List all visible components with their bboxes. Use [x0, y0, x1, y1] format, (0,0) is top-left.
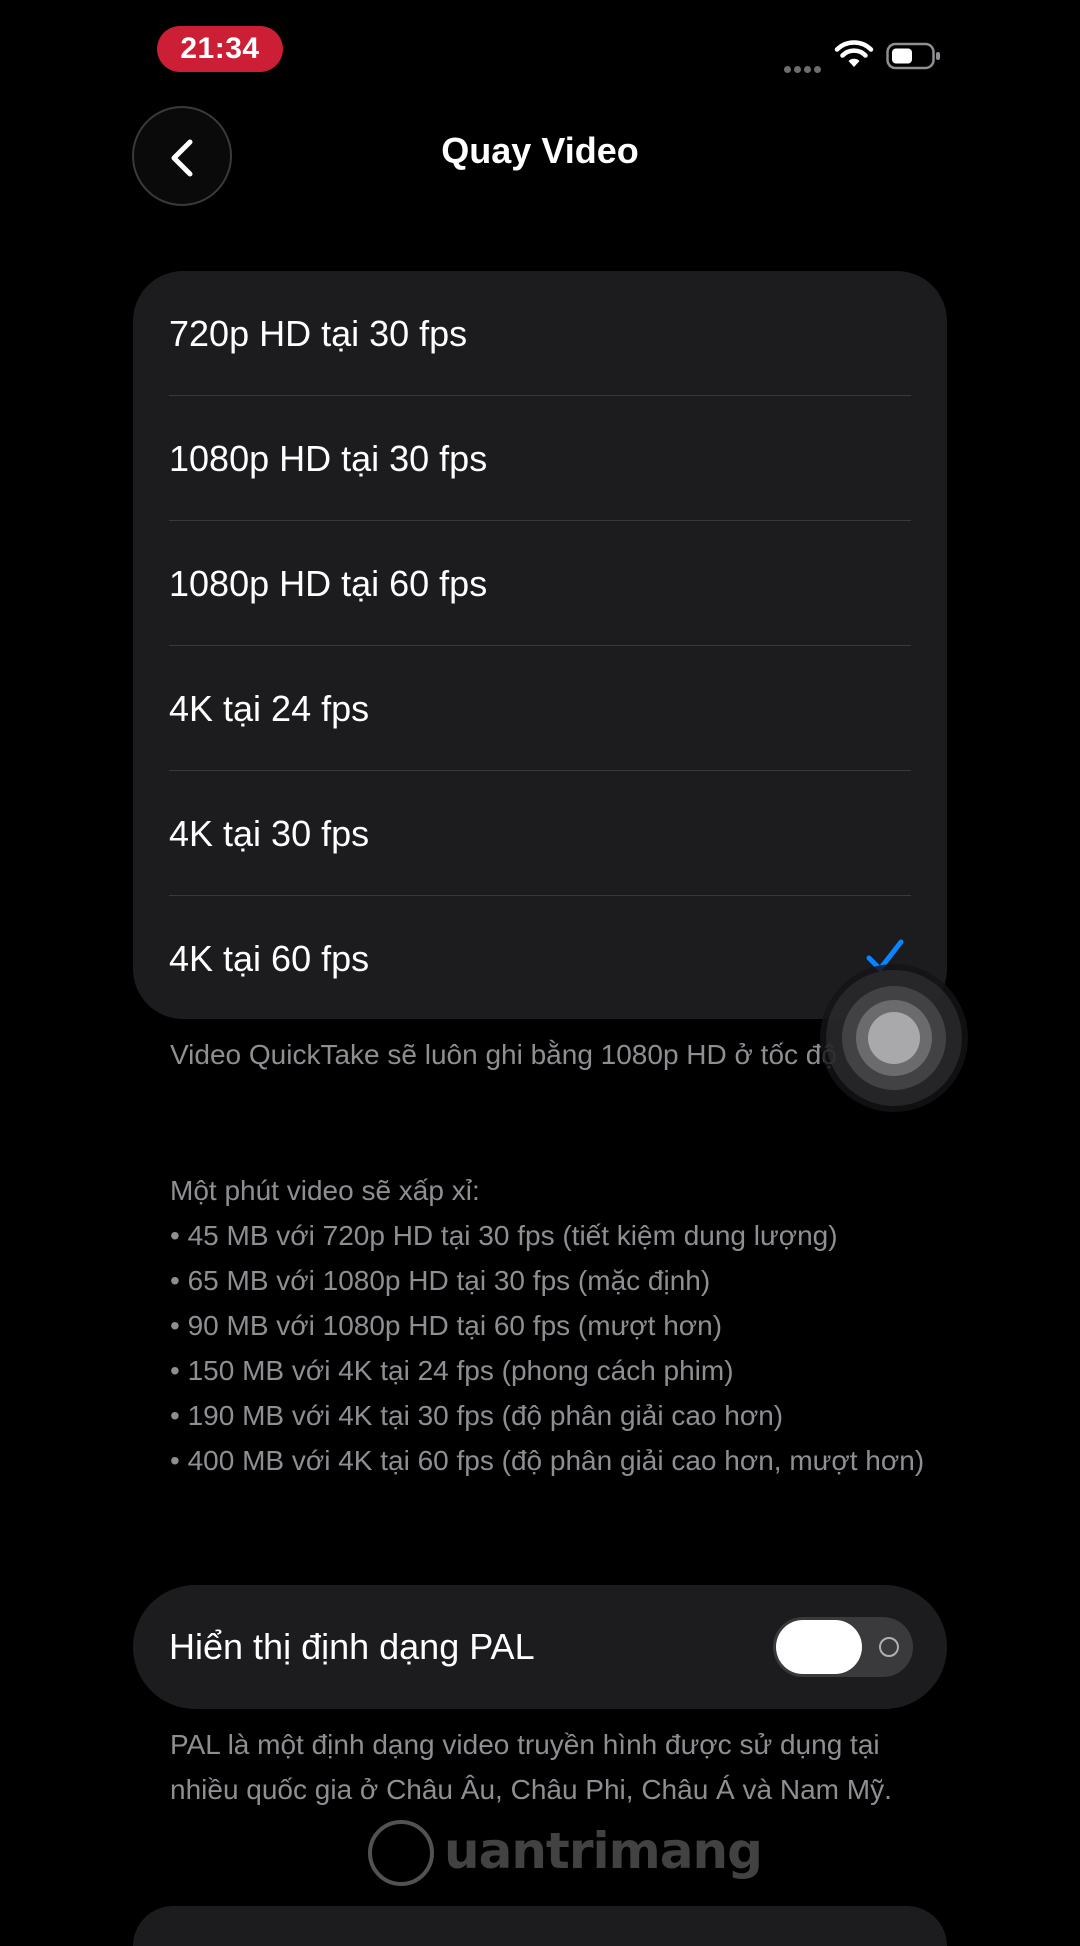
size-note-item: • 45 MB với 720p HD tại 30 fps (tiết kiệ… — [170, 1220, 838, 1251]
size-note-item: • 90 MB với 1080p HD tại 60 fps (mượt hơ… — [170, 1310, 723, 1341]
pal-format-row: Hiển thị định dạng PAL — [133, 1585, 947, 1709]
option-4k-24[interactable]: 4K tại 24 fps — [169, 646, 911, 771]
toggle-off-icon — [879, 1637, 899, 1657]
lightbulb-logo-icon — [368, 1820, 434, 1886]
option-1080p-60[interactable]: 1080p HD tại 60 fps — [169, 521, 911, 646]
pal-format-label: Hiển thị định dạng PAL — [169, 1626, 535, 1667]
option-label: 4K tại 60 fps — [169, 938, 370, 979]
toggle-knob — [776, 1620, 862, 1674]
size-estimates-note: Một phút video sẽ xấp xỉ: • 45 MB với 72… — [170, 1168, 950, 1483]
back-button[interactable] — [132, 106, 232, 206]
size-note-item: • 190 MB với 4K tại 30 fps (độ phân giải… — [170, 1400, 784, 1431]
option-label: 1080p HD tại 60 fps — [169, 563, 488, 604]
assistive-touch-button[interactable] — [826, 970, 962, 1106]
size-note-item: • 65 MB với 1080p HD tại 30 fps (mặc địn… — [170, 1265, 711, 1296]
option-label: 4K tại 30 fps — [169, 813, 370, 854]
option-1080p-30[interactable]: 1080p HD tại 30 fps — [169, 396, 911, 521]
option-label: 1080p HD tại 30 fps — [169, 438, 488, 479]
status-bar: 21:34 — [0, 0, 1080, 100]
next-group-peek — [133, 1906, 947, 1946]
pal-description-text: PAL là một định dạng video truyền hình đ… — [170, 1729, 892, 1805]
size-note-item: • 400 MB với 4K tại 60 fps (độ phân giải… — [170, 1445, 925, 1476]
pal-format-toggle[interactable] — [773, 1617, 913, 1677]
battery-icon — [886, 42, 940, 70]
option-4k-30[interactable]: 4K tại 30 fps — [169, 771, 911, 896]
option-label: 720p HD tại 30 fps — [169, 313, 468, 354]
watermark: uantrimang — [368, 1816, 763, 1890]
pal-description: PAL là một định dạng video truyền hình đ… — [170, 1722, 950, 1812]
size-note-item: • 150 MB với 4K tại 24 fps (phong cách p… — [170, 1355, 734, 1386]
size-note-heading: Một phút video sẽ xấp xỉ: — [170, 1175, 480, 1206]
chevron-left-icon — [171, 139, 193, 177]
watermark-text: uantrimang — [444, 1822, 763, 1880]
option-label: 4K tại 24 fps — [169, 688, 370, 729]
cellular-signal-icon — [784, 60, 824, 73]
option-720p-30[interactable]: 720p HD tại 30 fps — [169, 271, 911, 396]
option-4k-60[interactable]: 4K tại 60 fps — [169, 896, 911, 1021]
video-format-list: 720p HD tại 30 fps 1080p HD tại 30 fps 1… — [133, 271, 947, 1019]
status-time[interactable]: 21:34 — [157, 26, 283, 72]
wifi-icon — [834, 40, 874, 67]
page-title: Quay Video — [441, 130, 639, 171]
